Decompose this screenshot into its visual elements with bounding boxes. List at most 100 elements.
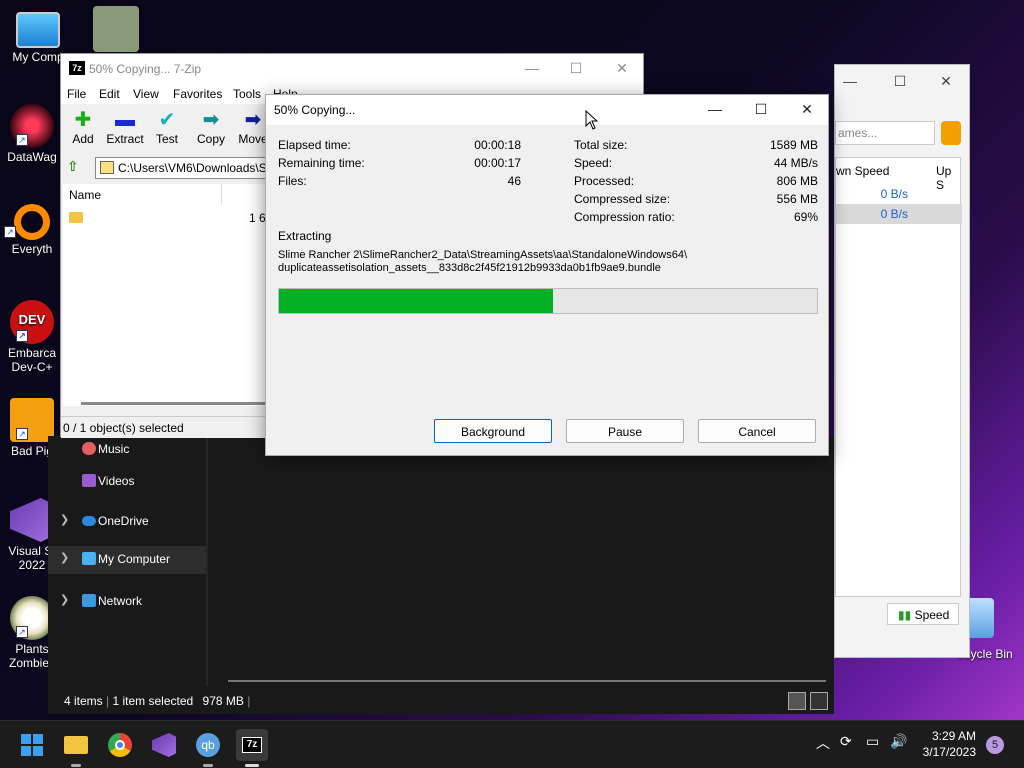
chevron-right-icon[interactable]: ❯ [60, 551, 69, 564]
close-button[interactable]: ✕ [792, 101, 822, 119]
menu-tools[interactable]: Tools [233, 87, 261, 101]
notification-badge[interactable]: 5 [986, 736, 1004, 754]
speed-button[interactable]: ▮▮ Speed [887, 603, 959, 625]
dialog-titlebar[interactable]: 50% Copying... — ☐ ✕ [266, 95, 828, 125]
qbittorrent-window[interactable]: — ☐ ✕ ames... wn Speed Up S 0 B/s 0 B/s … [834, 64, 970, 658]
table-row[interactable]: 0 B/s [836, 184, 962, 204]
sidebar-item-music[interactable]: Music [48, 436, 206, 462]
transfer-list[interactable]: wn Speed Up S 0 B/s 0 B/s [835, 157, 962, 597]
minimize-button[interactable]: — [700, 101, 730, 119]
copy-button[interactable]: ➡ Copy [191, 108, 231, 146]
pause-button[interactable]: Pause [566, 419, 684, 443]
horizontal-scrollbar[interactable] [228, 680, 826, 682]
pane-divider[interactable] [206, 436, 208, 686]
remaining-time-value: 00:00:17 [474, 156, 521, 170]
column-header-down-speed[interactable]: wn Speed [836, 158, 889, 182]
close-button[interactable]: ✕ [931, 73, 961, 91]
qbittorrent-icon: qb [196, 733, 220, 757]
maximize-button[interactable]: ☐ [885, 73, 915, 91]
maximize-button[interactable]: ☐ [561, 60, 591, 78]
sidebar-item-my-computer[interactable]: ❯ My Computer [48, 546, 206, 574]
background-button[interactable]: Background [434, 419, 552, 443]
up-folder-icon[interactable]: ⇧ [67, 158, 85, 176]
extract-button[interactable]: ▬ Extract [105, 108, 145, 146]
sidebar-item-videos[interactable]: Videos [48, 468, 206, 494]
window-titlebar[interactable]: 7z 50% Copying... 7-Zip — ☐ ✕ [61, 54, 643, 84]
taskbar-chrome[interactable] [104, 729, 136, 761]
shortcut-arrow-icon: ↗ [16, 134, 28, 146]
sidebar-item-label: Videos [98, 474, 135, 488]
bar-chart-icon: ▮▮ [898, 608, 912, 622]
tiles-view-button[interactable] [810, 692, 828, 710]
menu-file[interactable]: File [67, 87, 86, 101]
current-file-name: duplicateassetisolation_assets__833d8c2f… [278, 262, 661, 274]
total-size-label: Total size: [574, 138, 628, 152]
table-row[interactable]: 0 B/s [836, 204, 962, 224]
table-row[interactable]: 1 66 [67, 210, 273, 228]
taskbar-qbittorrent[interactable]: qb [192, 729, 224, 767]
sidebar-item-label: Music [98, 442, 130, 456]
network-icon[interactable]: ▭ [866, 733, 879, 750]
start-button[interactable] [16, 729, 48, 761]
minimize-button[interactable]: — [835, 73, 865, 91]
sidebar-item-label: Network [98, 594, 143, 608]
zombie-icon[interactable] [93, 6, 139, 52]
volume-icon[interactable]: 🔊 [890, 733, 907, 750]
chevron-right-icon[interactable]: ❯ [60, 593, 69, 606]
search-input[interactable]: ames... [835, 121, 935, 145]
taskbar-file-explorer[interactable] [60, 729, 92, 767]
minus-icon: ▬ [115, 109, 135, 131]
arrow-right-icon: ➡ [202, 109, 220, 131]
copying-dialog[interactable]: 50% Copying... — ☐ ✕ Elapsed time: 00:00… [265, 94, 829, 456]
elapsed-time-value: 00:00:18 [474, 138, 521, 152]
desktop-icon-dev-cpp[interactable]: DEV ↗ Embarca Dev-C+ [2, 300, 62, 374]
sidebar-item-label: My Computer [98, 552, 171, 566]
processed-value: 806 MB [776, 174, 818, 188]
desktop-icon-label: My Comp [12, 50, 64, 64]
shortcut-arrow-icon: ↗ [16, 626, 28, 638]
lock-icon[interactable] [941, 121, 961, 145]
desktop-icon-my-computer[interactable]: My Comp [8, 8, 68, 64]
speed-value: 44 MB/s [773, 156, 818, 170]
column-divider[interactable] [221, 184, 222, 204]
desktop-icon-everything[interactable]: ↗ Everyth [2, 204, 62, 256]
desktop-icon-datawag[interactable]: ↗ DataWag [2, 104, 62, 164]
file-explorer-window[interactable]: Music Videos ❯ OneDrive ❯ My Computer ❯ … [48, 436, 834, 714]
clock[interactable]: 3:29 AM 3/17/2023 [923, 728, 976, 760]
file-list[interactable]: Name 1 66 [63, 184, 273, 406]
close-button[interactable]: ✕ [607, 60, 637, 78]
chevron-right-icon[interactable]: ❯ [60, 513, 69, 526]
dialog-title: 50% Copying... [274, 103, 356, 117]
dev-cpp-icon: DEV ↗ [10, 300, 54, 344]
visual-studio-icon [152, 733, 176, 757]
cancel-button[interactable]: Cancel [698, 419, 816, 443]
details-view-button[interactable] [788, 692, 806, 710]
folder-icon [100, 161, 114, 174]
test-button[interactable]: ✔ Test [147, 108, 187, 146]
sync-icon[interactable]: ⟳ [840, 733, 852, 750]
shortcut-arrow-icon: ↗ [4, 226, 16, 238]
menu-view[interactable]: View [133, 87, 159, 101]
menu-edit[interactable]: Edit [99, 87, 120, 101]
compression-ratio-label: Compression ratio: [574, 210, 675, 224]
progress-bar [278, 288, 818, 314]
sidebar-item-network[interactable]: ❯ Network [48, 588, 206, 614]
minimize-button[interactable]: — [517, 60, 547, 78]
column-header-up-speed[interactable]: Up S [936, 158, 960, 192]
add-button[interactable]: ✚ Add [63, 108, 103, 146]
horizontal-scrollbar[interactable] [81, 402, 271, 405]
desktop-icon-label: Embarca Dev-C+ [7, 346, 57, 374]
sidebar-item-onedrive[interactable]: ❯ OneDrive [48, 508, 206, 534]
taskbar-visual-studio[interactable] [148, 729, 180, 761]
menu-favorites[interactable]: Favorites [173, 87, 222, 101]
desktop-icon-label: Everyth [11, 242, 53, 256]
mouse-cursor-icon [585, 110, 599, 130]
chrome-center [115, 740, 125, 750]
chevron-up-icon[interactable]: ︿ [816, 733, 830, 753]
shortcut-arrow-icon: ↗ [16, 428, 28, 440]
processed-label: Processed: [574, 174, 635, 188]
folder-icon [64, 736, 88, 754]
maximize-button[interactable]: ☐ [746, 101, 776, 119]
taskbar-sevenzip[interactable]: 7z [236, 729, 268, 767]
column-header-name[interactable]: Name [69, 188, 101, 202]
